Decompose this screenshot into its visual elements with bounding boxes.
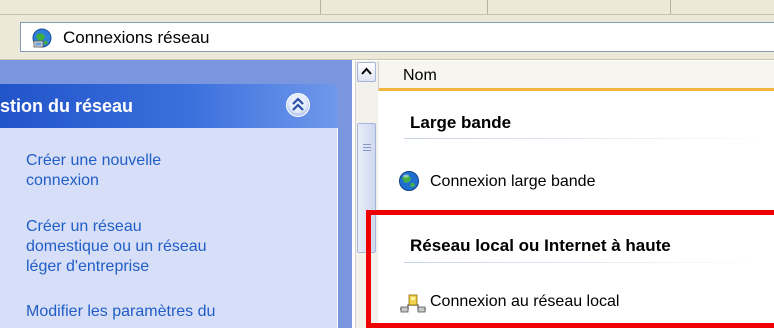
- task-modify-settings[interactable]: Modifier les paramètres du: [26, 302, 215, 322]
- task-create-connection[interactable]: Créer une nouvelle connexion: [26, 151, 161, 191]
- task-group-title: stion du réseau: [0, 96, 134, 116]
- chevron-up-icon: [361, 67, 372, 75]
- group-label-broadband: Large bande: [410, 113, 512, 132]
- scroll-up-button[interactable]: [357, 62, 376, 82]
- task-create-home-network[interactable]: Créer un réseau domestique ou un réseau …: [26, 217, 207, 277]
- toolbar-separator: [670, 0, 671, 14]
- scroll-grip: [363, 144, 371, 145]
- address-text: Connexions réseau: [63, 28, 210, 47]
- address-bar: Connexions réseau: [0, 15, 774, 60]
- collapse-button[interactable]: [286, 93, 310, 117]
- list-item-broadband-connection[interactable]: Connexion large bande: [398, 170, 774, 194]
- task-line: Créer un réseau: [26, 218, 142, 235]
- scroll-grip: [363, 150, 371, 151]
- scroll-grip: [363, 147, 371, 148]
- address-field[interactable]: Connexions réseau: [20, 22, 774, 52]
- column-header-label: Nom: [403, 67, 437, 84]
- toolbar-strip: [0, 0, 774, 15]
- task-group-header[interactable]: stion du réseau: [0, 84, 337, 128]
- globe-icon: [398, 170, 420, 198]
- task-line: Modifier les paramètres du: [26, 303, 216, 320]
- network-connections-icon: [31, 27, 53, 49]
- task-list: Créer une nouvelle connexion Créer un ré…: [0, 128, 338, 328]
- double-chevron-up-icon: [292, 97, 304, 111]
- task-line: domestique ou un réseau: [26, 238, 207, 255]
- task-line: léger d'entreprise: [26, 258, 150, 275]
- task-pane: stion du réseau Créer une nouvelle conne…: [0, 60, 352, 328]
- list-item-label: Connexion large bande: [430, 173, 596, 190]
- task-line: connexion: [26, 172, 99, 189]
- column-header-name[interactable]: Nom: [378, 61, 774, 91]
- toolbar-separator: [320, 0, 321, 14]
- toolbar-separator: [487, 0, 488, 14]
- group-divider: [404, 138, 774, 139]
- column-divider: [378, 61, 379, 91]
- highlight-annotation-box: [366, 210, 774, 328]
- task-line: Créer une nouvelle: [26, 152, 162, 169]
